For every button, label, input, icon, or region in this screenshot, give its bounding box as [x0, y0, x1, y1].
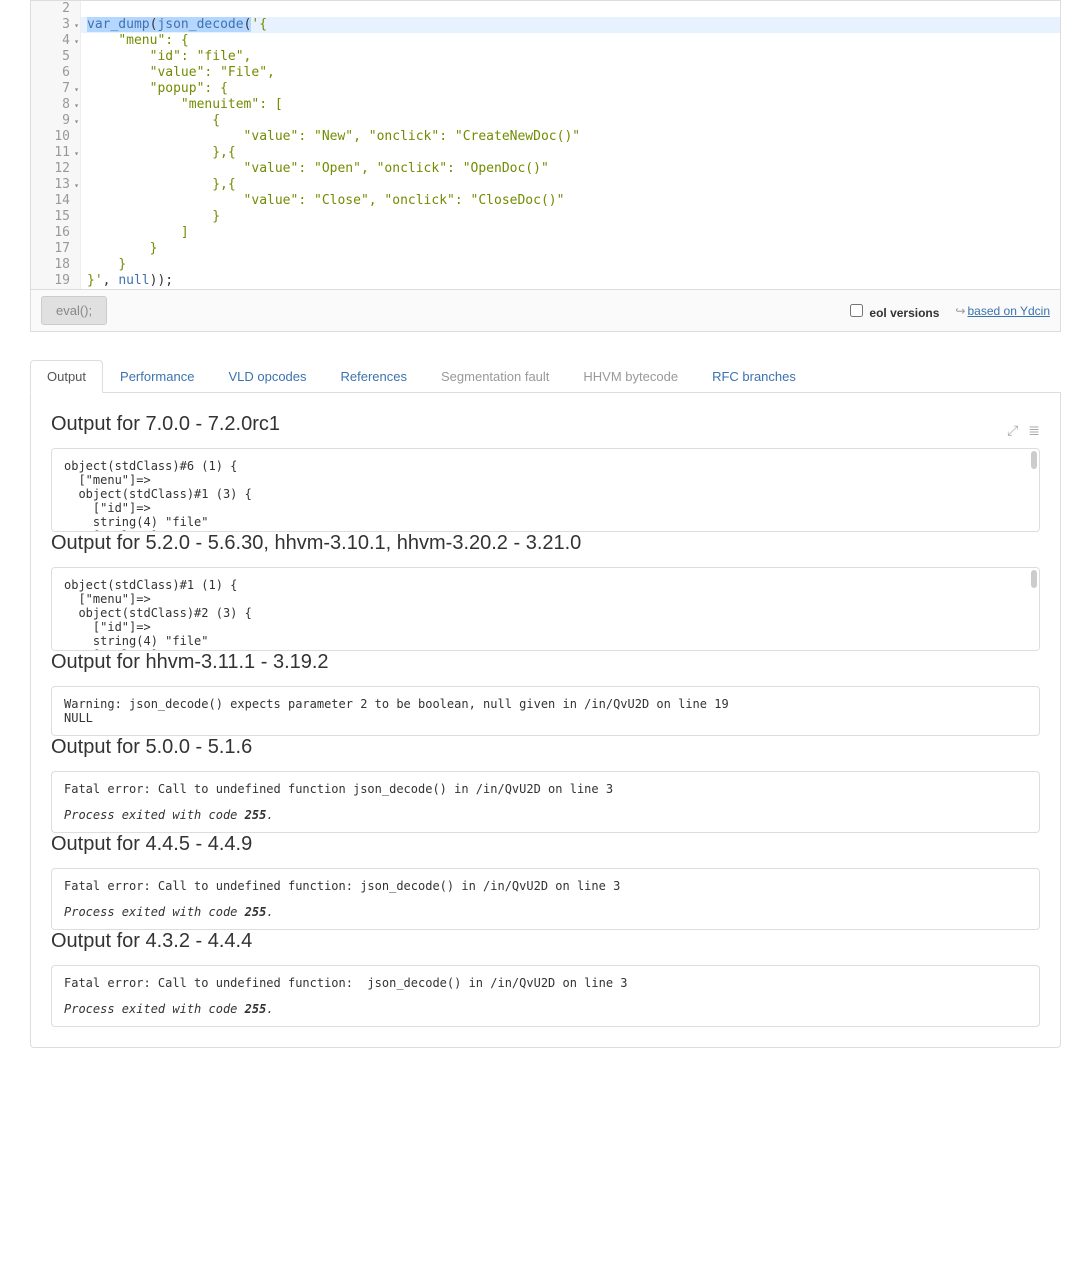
exit-status: Process exited with code 255. — [64, 808, 1027, 822]
scrollbar-thumb[interactable] — [1031, 451, 1037, 469]
editor-gutter: 2345678910111213141516171819 — [31, 1, 81, 289]
code-line[interactable]: } — [81, 257, 1060, 273]
line-number: 3 — [51, 17, 70, 33]
exit-status: Process exited with code 255. — [64, 905, 1027, 919]
eol-versions-toggle[interactable]: eol versions — [846, 301, 939, 320]
link-icon: ↪ — [955, 304, 965, 318]
output-section-title: Output for 4.4.5 - 4.4.9 — [51, 833, 252, 856]
tab-references[interactable]: References — [324, 360, 424, 393]
output-text: Fatal error: Call to undefined function:… — [64, 976, 1027, 990]
output-box[interactable]: object(stdClass)#1 (1) { ["menu"]=> obje… — [51, 567, 1040, 651]
output-box[interactable]: object(stdClass)#6 (1) { ["menu"]=> obje… — [51, 448, 1040, 532]
code-line[interactable]: "value": "Open", "onclick": "OpenDoc()" — [81, 161, 1060, 177]
code-line[interactable]: } — [81, 209, 1060, 225]
code-line[interactable]: },{ — [81, 177, 1060, 193]
code-line[interactable]: "popup": { — [81, 81, 1060, 97]
code-line[interactable]: "id": "file", — [81, 49, 1060, 65]
eol-versions-label: eol versions — [869, 306, 939, 320]
output-box[interactable]: Fatal error: Call to undefined function:… — [51, 965, 1040, 1027]
tab-output[interactable]: Output — [30, 360, 103, 393]
expand-icon[interactable]: ⤢ — [1007, 422, 1018, 439]
eol-versions-checkbox[interactable] — [850, 304, 863, 317]
tab-rfc-branches[interactable]: RFC branches — [695, 360, 813, 393]
output-text: Warning: json_decode() expects parameter… — [64, 697, 1027, 725]
eval-button[interactable]: eval(); — [41, 296, 107, 325]
exit-status: Process exited with code 255. — [64, 1002, 1027, 1016]
output-box[interactable]: Fatal error: Call to undefined function:… — [51, 868, 1040, 930]
line-number: 11 — [51, 145, 70, 161]
line-number: 12 — [51, 161, 70, 177]
tab-hhvm-bytecode: HHVM bytecode — [566, 360, 695, 393]
editor-content[interactable]: var_dump(json_decode('{ "menu": { "id": … — [81, 1, 1060, 289]
code-line[interactable]: "value": "Close", "onclick": "CloseDoc()… — [81, 193, 1060, 209]
code-line[interactable]: "value": "File", — [81, 65, 1060, 81]
scrollbar-thumb[interactable] — [1031, 570, 1037, 588]
result-tabs: OutputPerformanceVLD opcodesReferencesSe… — [30, 360, 1061, 393]
output-box[interactable]: Warning: json_decode() expects parameter… — [51, 686, 1040, 736]
output-text: object(stdClass)#6 (1) { ["menu"]=> obje… — [64, 459, 1027, 532]
results-panel: Output for 7.0.0 - 7.2.0rc1⤢≣object(stdC… — [30, 393, 1061, 1048]
output-text: Fatal error: Call to undefined function:… — [64, 879, 1027, 893]
code-line[interactable]: ] — [81, 225, 1060, 241]
line-number: 8 — [51, 97, 70, 113]
line-number: 13 — [51, 177, 70, 193]
line-number: 14 — [51, 193, 70, 209]
list-icon[interactable]: ≣ — [1028, 422, 1040, 439]
line-number: 4 — [51, 33, 70, 49]
line-number: 16 — [51, 225, 70, 241]
output-section-title: Output for 5.0.0 - 5.1.6 — [51, 736, 252, 759]
line-number: 18 — [51, 257, 70, 273]
line-number: 19 — [51, 273, 70, 289]
code-line[interactable]: "value": "New", "onclick": "CreateNewDoc… — [81, 129, 1060, 145]
output-view-controls: ⤢≣ — [1007, 422, 1040, 439]
code-line[interactable]: var_dump(json_decode('{ — [81, 17, 1060, 33]
code-line[interactable]: "menuitem": [ — [81, 97, 1060, 113]
tab-segmentation-fault: Segmentation fault — [424, 360, 566, 393]
editor-toolbar: eval(); eol versions ↪based on Ydcin — [30, 290, 1061, 332]
output-text: Fatal error: Call to undefined function … — [64, 782, 1027, 796]
code-line[interactable]: },{ — [81, 145, 1060, 161]
output-box[interactable]: Fatal error: Call to undefined function … — [51, 771, 1040, 833]
line-number: 6 — [51, 65, 70, 81]
code-editor[interactable]: 2345678910111213141516171819 var_dump(js… — [30, 0, 1061, 290]
line-number: 5 — [51, 49, 70, 65]
code-line[interactable]: "menu": { — [81, 33, 1060, 49]
output-section-title: Output for 7.0.0 - 7.2.0rc1 — [51, 413, 280, 436]
output-section-title: Output for 5.2.0 - 5.6.30, hhvm-3.10.1, … — [51, 532, 581, 555]
code-line[interactable]: { — [81, 113, 1060, 129]
line-number: 2 — [51, 1, 70, 17]
based-on-link[interactable]: based on Ydcin — [967, 304, 1050, 318]
output-section-title: Output for 4.3.2 - 4.4.4 — [51, 930, 252, 953]
code-line[interactable]: } — [81, 241, 1060, 257]
line-number: 10 — [51, 129, 70, 145]
line-number: 9 — [51, 113, 70, 129]
tab-vld-opcodes[interactable]: VLD opcodes — [211, 360, 323, 393]
output-section-title: Output for hhvm-3.11.1 - 3.19.2 — [51, 651, 329, 674]
line-number: 15 — [51, 209, 70, 225]
tab-performance[interactable]: Performance — [103, 360, 211, 393]
code-line[interactable] — [81, 1, 1060, 17]
output-text: object(stdClass)#1 (1) { ["menu"]=> obje… — [64, 578, 1027, 651]
line-number: 7 — [51, 81, 70, 97]
line-number: 17 — [51, 241, 70, 257]
code-line[interactable]: }', null)); — [81, 273, 1060, 289]
